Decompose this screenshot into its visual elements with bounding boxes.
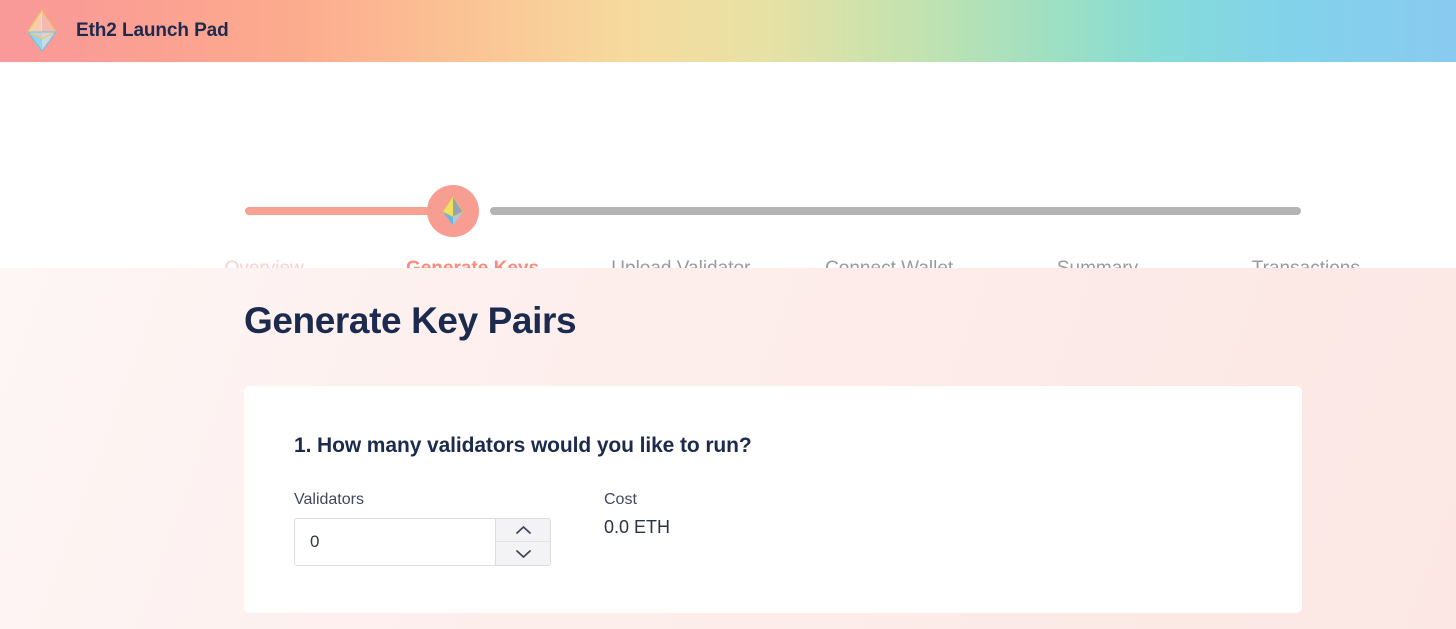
card-question: 1. How many validators would you like to…	[294, 434, 752, 457]
progress-knob[interactable]	[427, 185, 479, 237]
cost-label: Cost	[604, 491, 637, 508]
validators-input[interactable]	[295, 519, 495, 565]
progress-track	[245, 207, 1301, 215]
page-body: Generate Key Pairs 1. How many validator…	[0, 268, 1456, 629]
validators-label: Validators	[294, 491, 364, 508]
card-fields: Validators 0 Cost 0.0 ETH	[294, 491, 670, 566]
cost-value: 0.0 ETH	[604, 517, 671, 537]
chevron-down-icon[interactable]	[496, 542, 550, 565]
validators-field-group: Validators	[294, 491, 604, 566]
page-title: Generate Key Pairs	[244, 300, 577, 341]
progress-nav: Overview Generate Keys Upload Validator …	[0, 62, 1456, 279]
ethereum-diamond-icon	[22, 8, 62, 54]
validator-count-card: 1. How many validators would you like to…	[244, 386, 1302, 613]
cost-field-group: Cost 0.0 ETH	[604, 491, 670, 538]
validators-stepper[interactable]	[294, 518, 551, 566]
app-header: Eth2 Launch Pad	[0, 0, 1456, 62]
progress-completed-bar	[245, 207, 435, 215]
app-title: Eth2 Launch Pad	[76, 20, 229, 41]
progress-remaining-bar	[490, 207, 1301, 215]
chevron-up-icon[interactable]	[496, 519, 550, 542]
validators-spinner	[495, 519, 550, 565]
ethereum-diamond-icon	[442, 196, 464, 226]
